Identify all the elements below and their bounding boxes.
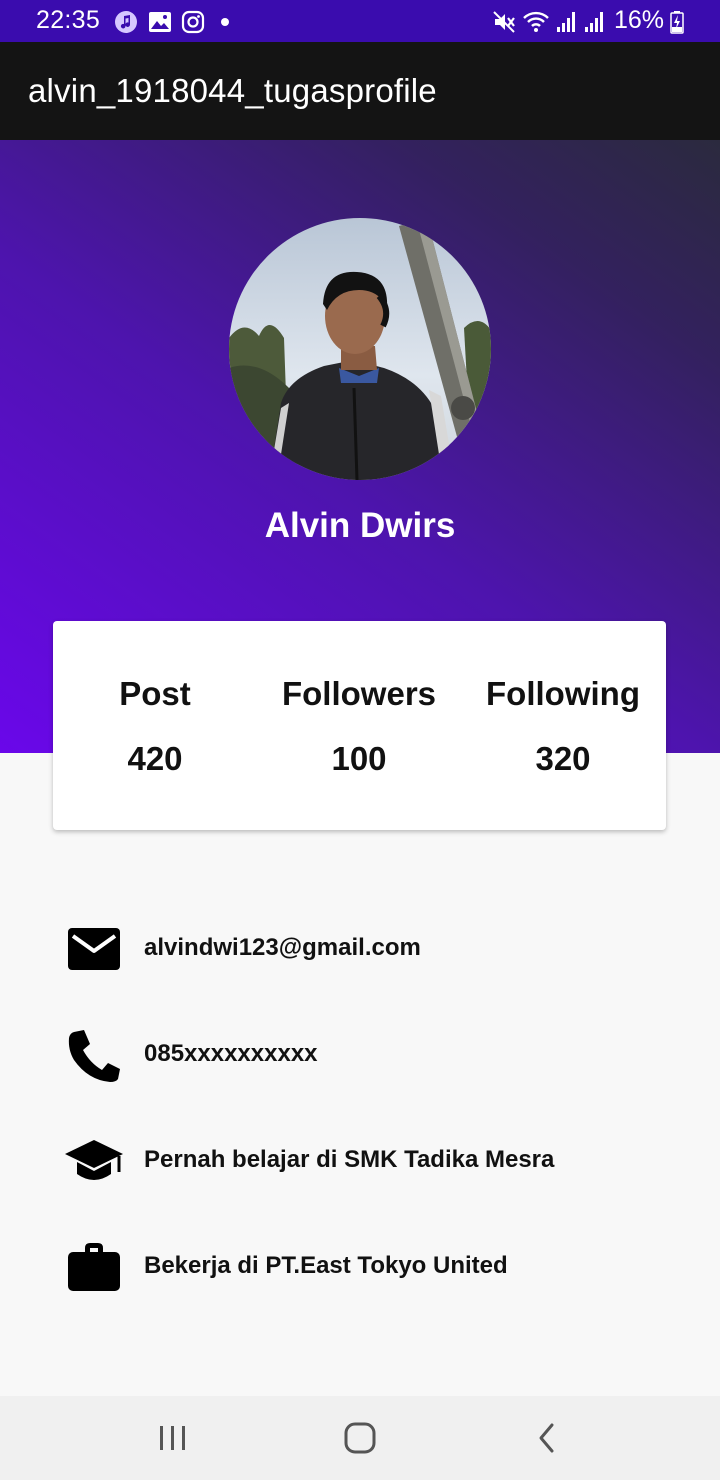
wifi-icon [523,11,549,32]
status-bar: 22:35 16% [0,0,720,42]
briefcase-icon [68,1243,120,1291]
stat-followers[interactable]: Followers 100 [257,621,461,830]
profile-name: Alvin Dwirs [264,506,456,545]
profile-photo [229,218,491,480]
info-phone: 085xxxxxxxxxx [144,1040,318,1067]
status-time: 22:35 [36,6,101,34]
battery-charging-icon [670,11,684,34]
info-row-work[interactable]: Bekerja di PT.East Tokyo United [0,1230,720,1300]
stat-label: Following [486,675,640,712]
mute-icon [493,11,515,33]
info-education: Pernah belajar di SMK Tadika Mesra [144,1146,555,1173]
recent-apps-button[interactable] [156,1418,190,1458]
info-row-phone[interactable]: 085xxxxxxxxxx [0,1018,720,1088]
stat-following[interactable]: Following 320 [461,621,665,830]
avatar[interactable] [229,218,491,480]
app-bar: alvin_1918044_tugasprofile [0,42,720,140]
email-icon [68,928,120,970]
stat-value: 420 [127,740,183,777]
info-work: Bekerja di PT.East Tokyo United [144,1252,508,1279]
dot-icon [221,18,229,26]
phone-icon [68,1030,120,1082]
back-button[interactable] [534,1418,560,1458]
instagram-icon [181,10,205,34]
stat-value: 100 [331,740,387,777]
info-row-education[interactable]: Pernah belajar di SMK Tadika Mesra [0,1124,720,1194]
stat-value: 320 [535,740,591,777]
home-button[interactable] [341,1418,379,1458]
profile-screen: 22:35 16% alvin_1918044_tugasprofile Alv… [0,0,720,1480]
music-icon [115,11,137,33]
signal-icon [585,12,603,32]
stat-label: Post [119,675,191,712]
battery-percent: 16% [614,6,665,34]
info-email: alvindwi123@gmail.com [144,934,421,961]
graduation-cap-icon [65,1140,123,1180]
app-title: alvin_1918044_tugasprofile [28,72,437,109]
image-icon [149,12,171,32]
info-row-email[interactable]: alvindwi123@gmail.com [0,912,720,982]
stat-post[interactable]: Post 420 [53,621,257,830]
stats-card: Post 420 Followers 100 Following 320 [53,621,666,830]
stat-label: Followers [281,675,437,712]
navigation-bar [0,1396,720,1480]
signal-icon [557,12,575,32]
